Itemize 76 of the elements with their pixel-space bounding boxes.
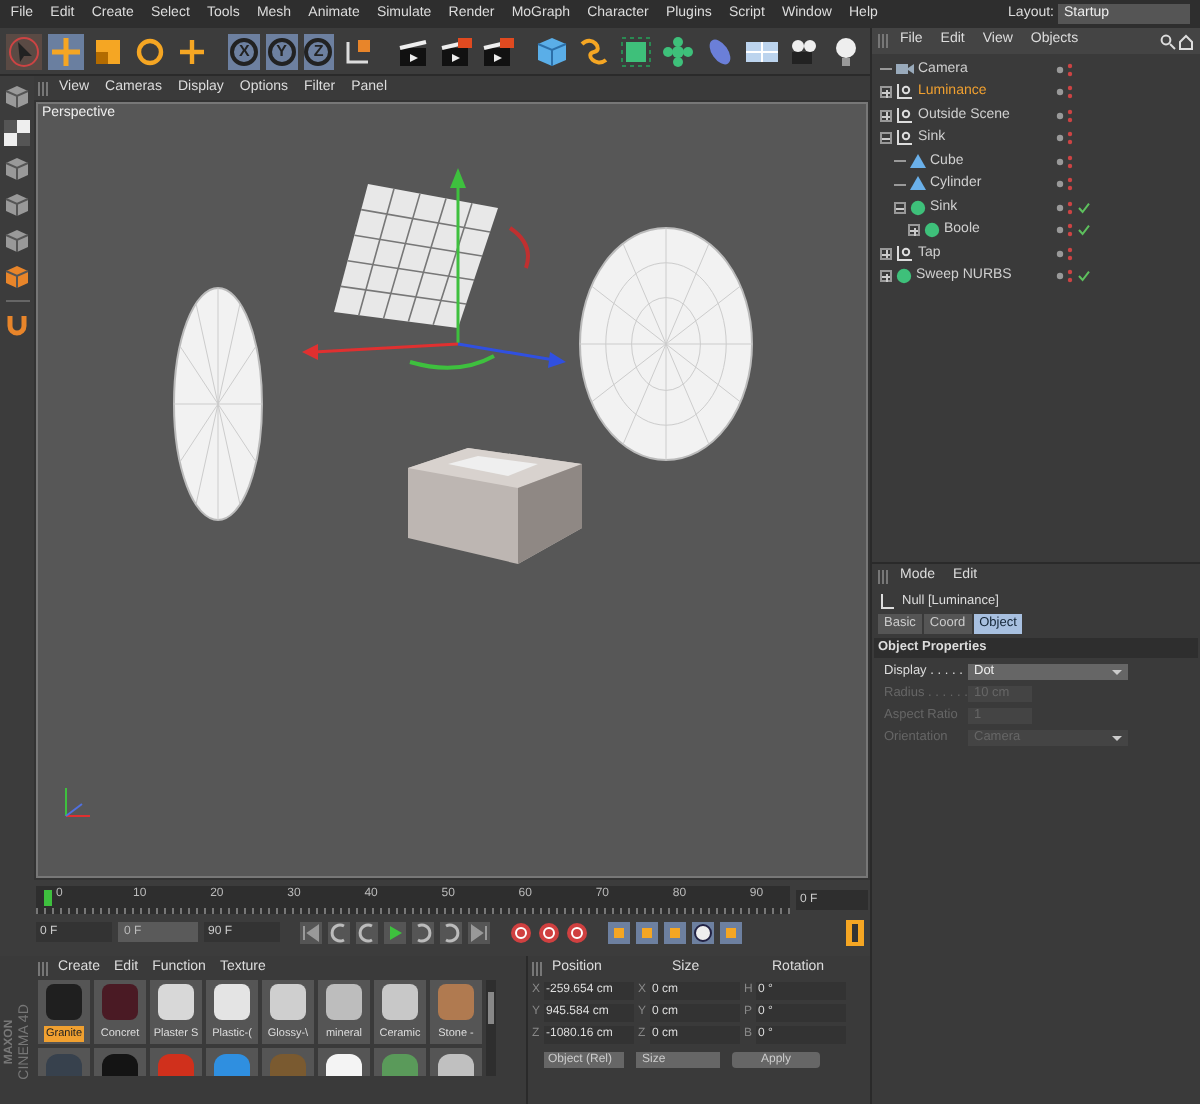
cube-icon[interactable] — [4, 264, 30, 290]
visibility-dots-icon[interactable] — [1056, 268, 1074, 285]
grip-icon — [532, 961, 544, 975]
material-swatch[interactable] — [374, 1048, 426, 1076]
checker-icon[interactable] — [4, 120, 30, 146]
cube-icon[interactable] — [4, 84, 30, 110]
visibility-dots-icon[interactable] — [1056, 130, 1074, 147]
expand-toggle[interactable] — [908, 224, 920, 237]
go-to-end-icon[interactable] — [468, 921, 490, 943]
search-icon[interactable] — [1160, 33, 1176, 49]
expand-toggle[interactable] — [880, 86, 892, 99]
null-icon — [896, 245, 914, 262]
camera-icon — [896, 62, 914, 77]
material-swatch[interactable] — [94, 1048, 146, 1076]
material-swatch[interactable] — [150, 1048, 202, 1076]
go-to-start-icon[interactable] — [300, 921, 322, 943]
expand-toggle[interactable] — [880, 247, 892, 260]
next-frame-icon[interactable] — [412, 921, 434, 943]
cube-icon[interactable] — [4, 192, 30, 218]
cube-icon[interactable] — [534, 33, 570, 69]
null-icon — [880, 594, 896, 610]
axis-lock-button[interactable]: X — [228, 33, 260, 69]
record-icon[interactable] — [510, 921, 532, 943]
visibility-dots-icon[interactable] — [1056, 153, 1074, 170]
magnet-icon[interactable] — [4, 312, 30, 338]
null-icon — [896, 130, 914, 147]
visibility-dots-icon[interactable] — [1056, 107, 1074, 124]
material-swatch[interactable] — [262, 1048, 314, 1076]
flower-icon[interactable] — [660, 33, 696, 69]
play-icon[interactable] — [384, 921, 406, 943]
move-icon[interactable] — [48, 33, 84, 69]
grip-icon — [878, 34, 890, 48]
sphere-icon — [896, 268, 912, 285]
visibility-dots-icon[interactable] — [1056, 61, 1074, 78]
null-icon — [896, 84, 914, 101]
axis-lock-button[interactable]: Y — [266, 33, 298, 69]
material-swatch[interactable] — [318, 1048, 370, 1076]
collapse-toggle[interactable] — [880, 132, 892, 145]
visibility-dots-icon[interactable] — [1056, 199, 1074, 216]
grip-icon — [38, 961, 50, 975]
grip-icon — [878, 570, 890, 584]
null-icon — [896, 107, 914, 124]
scrollbar[interactable] — [486, 980, 496, 1076]
visibility-dots-icon[interactable] — [1056, 245, 1074, 262]
collapse-toggle[interactable] — [894, 201, 906, 214]
render-picture-viewer-icon[interactable] — [437, 33, 474, 69]
check-icon[interactable] — [1078, 201, 1090, 214]
dotted-cube-icon[interactable] — [618, 33, 654, 69]
grip-icon — [38, 81, 50, 95]
spline-icon[interactable] — [576, 33, 612, 69]
axis-indicator-drawing — [65, 787, 91, 817]
rotate-icon[interactable] — [132, 33, 168, 69]
cursor-icon[interactable] — [6, 33, 42, 69]
tree-line — [880, 68, 892, 71]
visibility-dots-icon[interactable] — [1056, 84, 1074, 101]
material-swatch[interactable] — [38, 1048, 90, 1076]
home-icon[interactable] — [1178, 33, 1194, 49]
previous-key-icon[interactable] — [328, 921, 350, 943]
check-icon[interactable] — [1078, 270, 1090, 283]
next-key-icon[interactable] — [440, 921, 462, 943]
visibility-dots-icon[interactable] — [1056, 222, 1074, 239]
render-settings-icon[interactable] — [479, 33, 516, 69]
visibility-dots-icon[interactable] — [1056, 176, 1074, 193]
expand-toggle[interactable] — [880, 270, 892, 283]
timeline-options-icon[interactable] — [846, 919, 864, 945]
expand-toggle[interactable] — [880, 109, 892, 122]
parameter-key-icon[interactable] — [692, 921, 714, 943]
previous-frame-icon[interactable] — [356, 921, 378, 943]
material-swatch[interactable] — [206, 1048, 258, 1076]
check-icon[interactable] — [1078, 224, 1090, 237]
material-swatch[interactable] — [430, 1048, 482, 1076]
cube-icon[interactable] — [4, 228, 30, 254]
tree-line — [894, 183, 906, 186]
axis-lock-button[interactable]: Z — [303, 33, 335, 69]
tree-line — [894, 160, 906, 163]
cube-icon[interactable] — [4, 156, 30, 182]
